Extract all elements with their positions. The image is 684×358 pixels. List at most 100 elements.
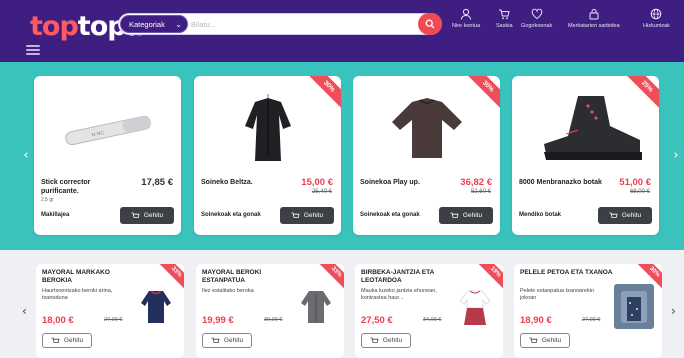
product-description: Mauka luzeko jantzia ehunean, kontrastea… xyxy=(361,288,437,301)
user-icon xyxy=(461,8,472,20)
product-name[interactable]: MAYORAL MARKAKO BEROKIA xyxy=(42,269,138,285)
product-price: 17,85 € xyxy=(141,177,173,188)
button-label: Gehitu xyxy=(63,337,84,344)
product-image xyxy=(296,284,336,329)
product-old-price: 30,00 € xyxy=(264,317,283,323)
button-label: Gehitu xyxy=(382,337,403,344)
product-old-price: 52,60 € xyxy=(470,189,491,195)
featured-product-card[interactable]: 30% Soineko Beltza. 15,00 € 25,40 € Soin… xyxy=(194,76,341,235)
product-old-price: 34,00 € xyxy=(423,317,442,323)
product-name[interactable]: 8000 Menbranazko botak xyxy=(519,178,605,187)
products-prev-arrow[interactable]: ‹ xyxy=(22,304,27,318)
cart-icon xyxy=(529,337,538,343)
category-dropdown[interactable]: Kategoriak ⌄ xyxy=(120,15,188,33)
product-name[interactable]: Soineko Beltza. xyxy=(201,178,281,187)
add-to-cart-button[interactable]: Gehitu xyxy=(439,207,493,224)
carousel-prev-arrow[interactable]: ‹ xyxy=(20,148,32,164)
product-name[interactable]: MAYORAL BEROKI ESTANPATUA xyxy=(202,269,298,285)
top-header: toptopa Kategoriak ⌄ Nire kontua Saskia … xyxy=(0,0,684,62)
nav-merchant-access[interactable]: Merkatarien sarbidea xyxy=(568,8,620,29)
product-image xyxy=(455,284,495,329)
button-label: Gehitu xyxy=(143,212,164,219)
product-card[interactable]: PELELE PETOA ETA TXANOA Pelele estanpatu… xyxy=(514,264,662,358)
product-size: 2,5 gr xyxy=(41,197,54,203)
product-card[interactable]: MAYORAL BEROKI ESTANPATUA Ilez estalitak… xyxy=(196,264,344,358)
hamburger-menu-icon[interactable] xyxy=(26,45,40,55)
globe-icon xyxy=(651,8,662,20)
product-image xyxy=(614,284,654,329)
search-icon xyxy=(425,19,435,29)
product-old-price: 25,40 € xyxy=(311,189,332,195)
heart-icon xyxy=(531,8,542,20)
product-image: N·NC xyxy=(42,82,173,178)
nav-label: Hizkuntzak xyxy=(643,23,670,29)
search-button[interactable] xyxy=(418,13,442,35)
product-price: 19,99 € xyxy=(202,315,234,326)
carousel-next-arrow[interactable]: › xyxy=(670,148,682,164)
nav-favorites[interactable]: Gogokoenak xyxy=(521,8,552,29)
add-to-cart-button[interactable]: Gehitu xyxy=(42,333,92,348)
product-old-price: 68,00 € xyxy=(629,189,650,195)
search-bar: Kategoriak ⌄ xyxy=(118,13,442,35)
button-label: Gehitu xyxy=(541,337,562,344)
product-card[interactable]: BIRBEKA-JANTZIA ETA LEOTARDOA Mauka luze… xyxy=(355,264,503,358)
product-image xyxy=(520,82,651,178)
cart-icon xyxy=(450,212,459,218)
featured-product-card[interactable]: 25% 8000 Menbranazko botak 51,00 € 68,00… xyxy=(512,76,659,235)
product-price: 27,50 € xyxy=(361,315,393,326)
nav-label: Nire kontua xyxy=(452,23,481,29)
nav-languages[interactable]: Hizkuntzak xyxy=(643,8,670,29)
cart-icon xyxy=(51,337,60,343)
button-label: Gehitu xyxy=(621,212,642,219)
nav-label: Gogokoenak xyxy=(521,23,553,29)
product-name[interactable]: BIRBEKA-JANTZIA ETA LEOTARDOA xyxy=(361,269,457,285)
product-old-price: 27,00 € xyxy=(104,317,123,323)
products-next-arrow[interactable]: › xyxy=(671,304,676,318)
logo-part-1: top xyxy=(30,11,79,42)
product-category[interactable]: Makillajea xyxy=(41,212,69,218)
nav-label: Merkatarien sarbidea xyxy=(568,23,620,29)
product-category[interactable]: Soinekoak eta gonak xyxy=(360,212,420,218)
product-price: 51,00 € xyxy=(619,177,651,188)
product-price: 15,00 € xyxy=(301,177,333,188)
product-name[interactable]: PELELE PETOA ETA TXANOA xyxy=(520,269,616,277)
product-card[interactable]: MAYORAL MARKAKO BEROKIA Haurtxoentzako b… xyxy=(36,264,184,358)
chevron-down-icon: ⌄ xyxy=(175,20,182,29)
product-category[interactable]: Mendiko botak xyxy=(519,212,561,218)
cart-icon xyxy=(131,212,140,218)
button-label: Gehitu xyxy=(303,212,324,219)
cart-icon xyxy=(370,337,379,343)
product-image xyxy=(361,82,492,178)
product-price: 18,00 € xyxy=(42,315,74,326)
add-to-cart-button[interactable]: Gehitu xyxy=(120,207,174,224)
cart-icon xyxy=(291,212,300,218)
cart-icon xyxy=(499,9,510,20)
product-category[interactable]: Soinekoak eta gonak xyxy=(201,212,261,218)
nav-my-account[interactable]: Nire kontua xyxy=(452,8,480,29)
category-dropdown-label: Kategoriak xyxy=(129,20,165,29)
add-to-cart-button[interactable]: Gehitu xyxy=(280,207,334,224)
product-price: 18,90 € xyxy=(520,315,552,326)
product-image xyxy=(136,284,176,329)
featured-product-card[interactable]: N·NC Stick corrector purificante. 2,5 gr… xyxy=(34,76,181,235)
product-old-price: 27,00 € xyxy=(582,317,601,323)
add-to-cart-button[interactable]: Gehitu xyxy=(520,333,570,348)
cart-icon xyxy=(211,337,220,343)
product-description: Pelele estanpatua txanoarekin jokoan xyxy=(520,288,594,301)
shop-lock-icon xyxy=(589,9,599,20)
product-description: Haurtxoentzako beroki arina, txanoduna xyxy=(42,288,113,301)
button-label: Gehitu xyxy=(223,337,244,344)
product-image xyxy=(202,82,333,178)
button-label: Gehitu xyxy=(462,212,483,219)
search-input[interactable] xyxy=(191,16,411,33)
product-name[interactable]: Soinekoa Play up. xyxy=(360,178,440,187)
featured-product-card[interactable]: 30% Soinekoa Play up. 36,82 € 52,60 € So… xyxy=(353,76,500,235)
add-to-cart-button[interactable]: Gehitu xyxy=(361,333,411,348)
product-price: 36,82 € xyxy=(460,177,492,188)
add-to-cart-button[interactable]: Gehitu xyxy=(202,333,252,348)
add-to-cart-button[interactable]: Gehitu xyxy=(598,207,652,224)
cart-icon xyxy=(609,212,618,218)
product-description: Ilez estalitako beroka xyxy=(202,288,254,294)
product-name[interactable]: Stick corrector purificante. xyxy=(41,178,121,196)
nav-cart[interactable]: Saskia xyxy=(496,8,513,29)
